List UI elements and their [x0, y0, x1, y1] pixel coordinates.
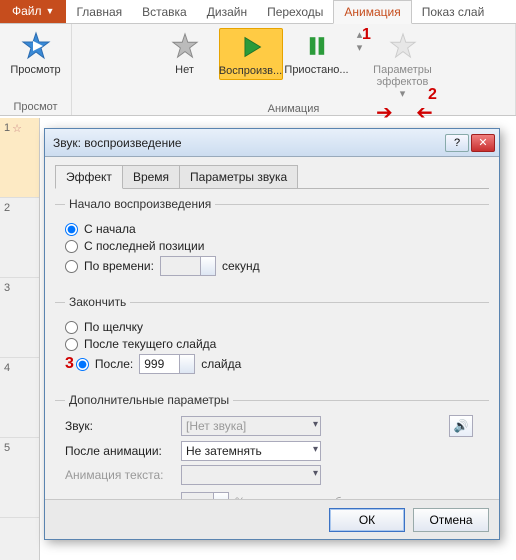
legend-extra: Дополнительные параметры — [65, 393, 233, 407]
star-play-icon — [20, 30, 52, 62]
slides-panel: 1☆ 2 3 4 5 — [0, 118, 40, 560]
lbl-text-anim: Анимация текста: — [65, 468, 175, 482]
lbl-start-time: По времени: — [84, 259, 154, 273]
anim-play-button[interactable]: Воспроизв... — [219, 28, 283, 80]
anim-none-label: Нет — [175, 64, 194, 76]
slide-thumb-5[interactable]: 5 — [0, 438, 39, 518]
radio-start-begin[interactable] — [65, 223, 78, 236]
ok-button[interactable]: ОК — [329, 508, 405, 532]
legend-end: Закончить — [65, 295, 130, 309]
close-button[interactable]: ✕ — [471, 134, 495, 152]
help-button[interactable]: ? — [445, 134, 469, 152]
preview-button[interactable]: Просмотр — [4, 28, 68, 78]
dlg-tab-sound[interactable]: Параметры звука — [179, 165, 298, 188]
annotation-1: 1 — [362, 26, 371, 44]
group-preview: Просмотр Просмот — [0, 24, 72, 115]
radio-start-time[interactable] — [65, 260, 78, 273]
dialog-body: Эффект Время Параметры звука Начало восп… — [45, 157, 499, 499]
tab-home[interactable]: Главная — [66, 1, 132, 23]
group-preview-label: Просмот — [0, 100, 71, 115]
combo-text-anim — [181, 465, 321, 485]
chevron-down-icon: ▼ — [46, 6, 55, 16]
slide-num: 2 — [4, 202, 10, 214]
spin-delay — [181, 492, 229, 499]
tab-design[interactable]: Дизайн — [197, 1, 257, 23]
lbl-end-unit: слайда — [201, 357, 241, 371]
star-icon: ☆ — [12, 122, 22, 135]
radio-end-after[interactable] — [76, 358, 89, 371]
annotation-3: 3 — [65, 355, 74, 373]
fieldset-extra: Дополнительные параметры Звук: [Нет звук… — [55, 393, 489, 499]
lbl-sound: Звук: — [65, 419, 175, 433]
dialog-title: Звук: воспроизведение — [53, 136, 443, 150]
anim-play-label: Воспроизв... — [219, 65, 282, 77]
spin-start-time[interactable] — [160, 256, 216, 276]
group-animation: Нет Воспроизв... Приостано... ▴▾ Парамет… — [72, 24, 516, 115]
radio-end-current[interactable] — [65, 338, 78, 351]
dialog-sound-playback: Звук: воспроизведение ? ✕ Эффект Время П… — [44, 128, 500, 540]
effect-options-label: Параметры эффектов ▾ — [373, 64, 433, 100]
star-none-icon — [169, 30, 201, 62]
lbl-end-current: После текущего слайда — [84, 337, 216, 351]
lbl-start-unit: секунд — [222, 259, 260, 273]
slide-thumb-1[interactable]: 1☆ — [0, 118, 39, 198]
group-animation-label: Анимация — [72, 102, 515, 117]
lbl-start-begin: С начала — [84, 222, 136, 236]
arrow-right-icon: ➔ — [376, 100, 393, 125]
radio-start-last[interactable] — [65, 240, 78, 253]
spin-end-after[interactable]: 999 — [139, 354, 195, 374]
dlg-tab-time[interactable]: Время — [122, 165, 180, 188]
lbl-end-after: После: — [95, 357, 133, 371]
dialog-footer: ОК Отмена — [45, 499, 499, 539]
ribbon-body: Просмотр Просмот Нет Воспроизв... Приост… — [0, 24, 516, 116]
pause-icon — [301, 30, 333, 62]
anim-pause-label: Приостано... — [284, 64, 348, 76]
combo-sound[interactable]: [Нет звука] — [181, 416, 321, 436]
lbl-end-click: По щелчку — [84, 320, 143, 334]
dialog-tabs: Эффект Время Параметры звука — [55, 165, 489, 189]
slide-thumb-3[interactable]: 3 — [0, 278, 39, 358]
combo-after-anim[interactable]: Не затемнять — [181, 441, 321, 461]
preview-label: Просмотр — [10, 64, 60, 76]
effect-options-button[interactable]: Параметры эффектов ▾ — [371, 28, 435, 102]
ribbon-tabs: Файл ▼ Главная Вставка Дизайн Переходы А… — [0, 0, 516, 24]
play-icon — [235, 31, 267, 63]
slide-num: 1 — [4, 122, 10, 134]
fieldset-start: Начало воспроизведения С начала С послед… — [55, 197, 489, 287]
sound-preview-button[interactable]: 🔊 — [449, 415, 473, 437]
file-tab[interactable]: Файл ▼ — [0, 0, 66, 23]
radio-end-click[interactable] — [65, 321, 78, 334]
tab-insert[interactable]: Вставка — [132, 1, 197, 23]
anim-pause-button[interactable]: Приостано... — [285, 28, 349, 78]
dlg-tab-effect[interactable]: Эффект — [55, 165, 123, 189]
lbl-after-anim: После анимации: — [65, 444, 175, 458]
slide-num: 5 — [4, 442, 10, 454]
arrow-left-icon: ➔ — [416, 100, 433, 125]
legend-start: Начало воспроизведения — [65, 197, 215, 211]
tab-slideshow[interactable]: Показ слай — [412, 1, 495, 23]
tab-animation[interactable]: Анимация — [333, 0, 411, 24]
slide-thumb-4[interactable]: 4 — [0, 358, 39, 438]
file-tab-label: Файл — [12, 4, 42, 18]
slide-num: 3 — [4, 282, 10, 294]
fieldset-end: Закончить По щелчку После текущего слайд… — [55, 295, 489, 385]
cancel-button[interactable]: Отмена — [413, 508, 489, 532]
slide-thumb-2[interactable]: 2 — [0, 198, 39, 278]
dialog-titlebar[interactable]: Звук: воспроизведение ? ✕ — [45, 129, 499, 157]
star-effect-icon — [387, 30, 419, 62]
slide-num: 4 — [4, 362, 10, 374]
anim-none-button[interactable]: Нет — [153, 28, 217, 78]
lbl-start-last: С последней позиции — [84, 239, 204, 253]
tab-transitions[interactable]: Переходы — [257, 1, 333, 23]
